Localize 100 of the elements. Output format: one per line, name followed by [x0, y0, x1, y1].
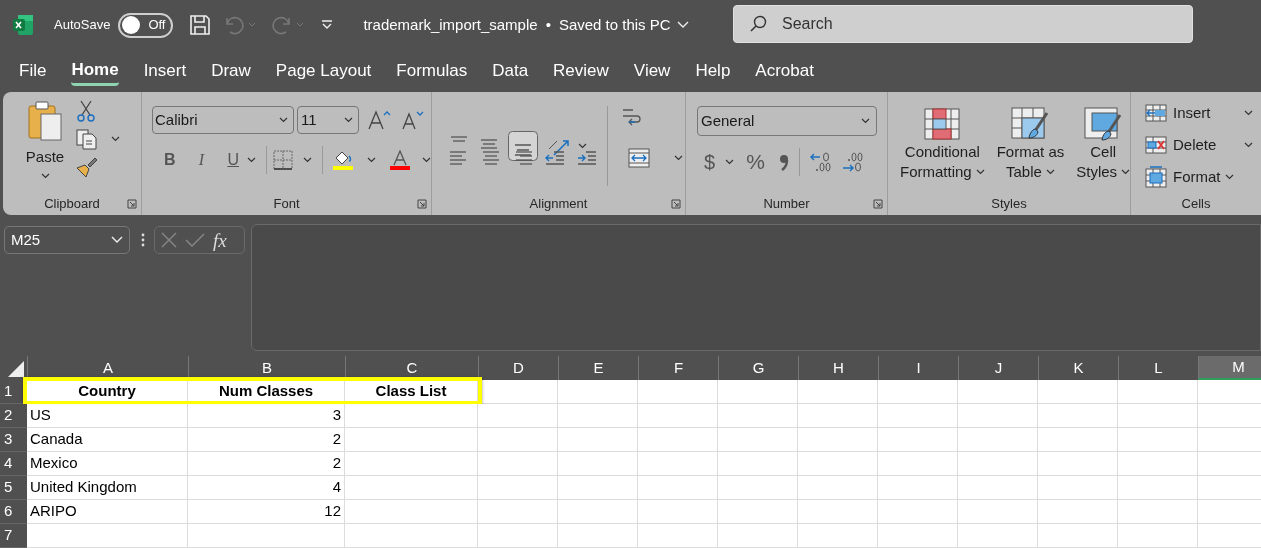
caret-icon: [1121, 169, 1131, 175]
chevron-down-icon: [676, 21, 689, 29]
cells-button[interactable]: Delete: [1145, 132, 1253, 158]
caret-icon: [1244, 110, 1253, 116]
caret-icon: [1224, 174, 1234, 180]
cell-styles-button[interactable]: Cell Styles: [1076, 106, 1131, 182]
ribbon-tab[interactable]: Insert: [143, 56, 187, 86]
dialog-launcher-icon[interactable]: [127, 199, 137, 209]
number-format-dropdown[interactable]: General: [697, 106, 877, 136]
customize-icon[interactable]: [321, 20, 334, 30]
font-size-dropdown[interactable]: 11: [297, 106, 359, 134]
caret-icon[interactable]: [578, 143, 587, 149]
cells-button[interactable]: Format: [1145, 164, 1253, 190]
group-label: Styles: [991, 195, 1027, 214]
ribbon-tab[interactable]: Acrobat: [755, 56, 814, 86]
table-cell: ARIPO: [27, 500, 188, 524]
group-label: Cells: [1181, 195, 1211, 214]
table-brush-icon: [1011, 107, 1050, 141]
currency-button[interactable]: $: [704, 146, 716, 177]
save-icon[interactable]: [189, 14, 212, 36]
insert-cells-icon: [1145, 104, 1167, 122]
caret-icon[interactable]: [303, 157, 312, 163]
wrap-text-icon[interactable]: [620, 106, 642, 128]
cell-brush-icon: [1084, 107, 1123, 141]
column-header[interactable]: A: [27, 356, 188, 380]
table-cell: 2: [188, 452, 345, 476]
caret-icon[interactable]: [725, 158, 735, 165]
ribbon-tab[interactable]: File: [19, 56, 47, 86]
chevron-down-icon: [111, 236, 123, 244]
bold-button[interactable]: B: [160, 148, 180, 172]
fill-color-swatch: [333, 166, 353, 170]
table-cell: 12: [188, 500, 345, 524]
caret-icon[interactable]: [247, 157, 256, 163]
group-label: Font: [273, 195, 300, 214]
ribbon-tab[interactable]: Review: [553, 56, 609, 86]
copy-icon[interactable]: [75, 128, 97, 150]
font-name-dropdown[interactable]: Calibri: [152, 106, 294, 134]
table-cell: Canada: [27, 428, 188, 452]
ribbon-tab[interactable]: Data: [492, 56, 529, 86]
table-cell: 4: [188, 476, 345, 500]
table-cell: 2: [188, 428, 345, 452]
italic-button[interactable]: I: [191, 148, 212, 172]
align-bottom-icon[interactable]: [508, 131, 538, 161]
column-header[interactable]: B: [188, 356, 345, 380]
delete-cells-icon: [1145, 136, 1167, 154]
row-header[interactable]: 2: [0, 404, 27, 428]
enter-icon[interactable]: [185, 232, 205, 248]
cells-button[interactable]: Insert: [1145, 100, 1253, 126]
decrease-indent-icon[interactable]: [544, 149, 566, 167]
fill-bucket-icon[interactable]: [333, 150, 353, 166]
search-field[interactable]: Search: [733, 5, 1193, 43]
ribbon-tab[interactable]: Home: [71, 56, 119, 86]
group-label: Alignment: [529, 195, 588, 214]
dialog-launcher-icon[interactable]: [873, 199, 883, 209]
table-cell: 3: [188, 404, 345, 428]
borders-icon[interactable]: [273, 150, 293, 170]
column-header[interactable]: M: [1198, 356, 1261, 380]
cancel-icon[interactable]: [161, 232, 177, 248]
ribbon-tab[interactable]: Help: [695, 56, 731, 86]
percent-button[interactable]: %: [746, 146, 765, 178]
dialog-launcher-icon[interactable]: [417, 199, 427, 209]
underline-button[interactable]: U: [223, 148, 243, 172]
more-options-icon[interactable]: [141, 233, 145, 247]
dialog-launcher-icon[interactable]: [671, 199, 681, 209]
ribbon-tab[interactable]: View: [633, 56, 671, 86]
clipboard-icon: [27, 100, 63, 142]
caret-icon: [1045, 169, 1055, 175]
caret-icon: [40, 172, 50, 179]
table-cell: United Kingdom: [27, 476, 188, 500]
separator-dot: •: [545, 14, 551, 35]
ribbon-tab[interactable]: Page Layout: [275, 56, 372, 86]
caret-icon: [861, 118, 870, 124]
increase-font-size-icon[interactable]: [368, 110, 392, 130]
ribbon-tab[interactable]: Formulas: [396, 56, 468, 86]
caret-icon[interactable]: [367, 157, 376, 163]
document-title[interactable]: trademark_import_sample: [363, 13, 538, 37]
insert-function-button[interactable]: fx: [213, 230, 227, 250]
font-color-icon[interactable]: [392, 150, 408, 166]
column-header[interactable]: C: [345, 356, 478, 380]
caret-icon: [344, 117, 353, 123]
conditional-formatting-button[interactable]: Conditional Formatting: [900, 106, 985, 182]
caret-icon[interactable]: [111, 136, 120, 142]
caret-icon[interactable]: [674, 155, 683, 161]
formula-input[interactable]: [251, 224, 1261, 351]
comma-style-icon[interactable]: [778, 152, 789, 171]
format-as-table-button[interactable]: Format as Table: [996, 106, 1065, 182]
caret-icon: [975, 169, 985, 175]
save-status-button[interactable]: Saved to this PC: [558, 13, 689, 37]
decrease-font-size-icon[interactable]: [401, 110, 425, 130]
paste-button[interactable]: Paste: [23, 100, 67, 179]
caret-icon[interactable]: [422, 157, 431, 163]
search-icon: [749, 15, 767, 33]
autosave-label: AutoSave: [54, 16, 111, 35]
autosave-toggle[interactable]: Off: [118, 12, 174, 38]
name-box[interactable]: M25: [4, 226, 130, 254]
caret-icon: [1244, 142, 1253, 148]
table-cell: Mexico: [27, 452, 188, 476]
conditional-formatting-icon: [924, 108, 961, 140]
merge-center-icon[interactable]: [628, 148, 650, 168]
ribbon-tab[interactable]: Draw: [211, 56, 251, 86]
